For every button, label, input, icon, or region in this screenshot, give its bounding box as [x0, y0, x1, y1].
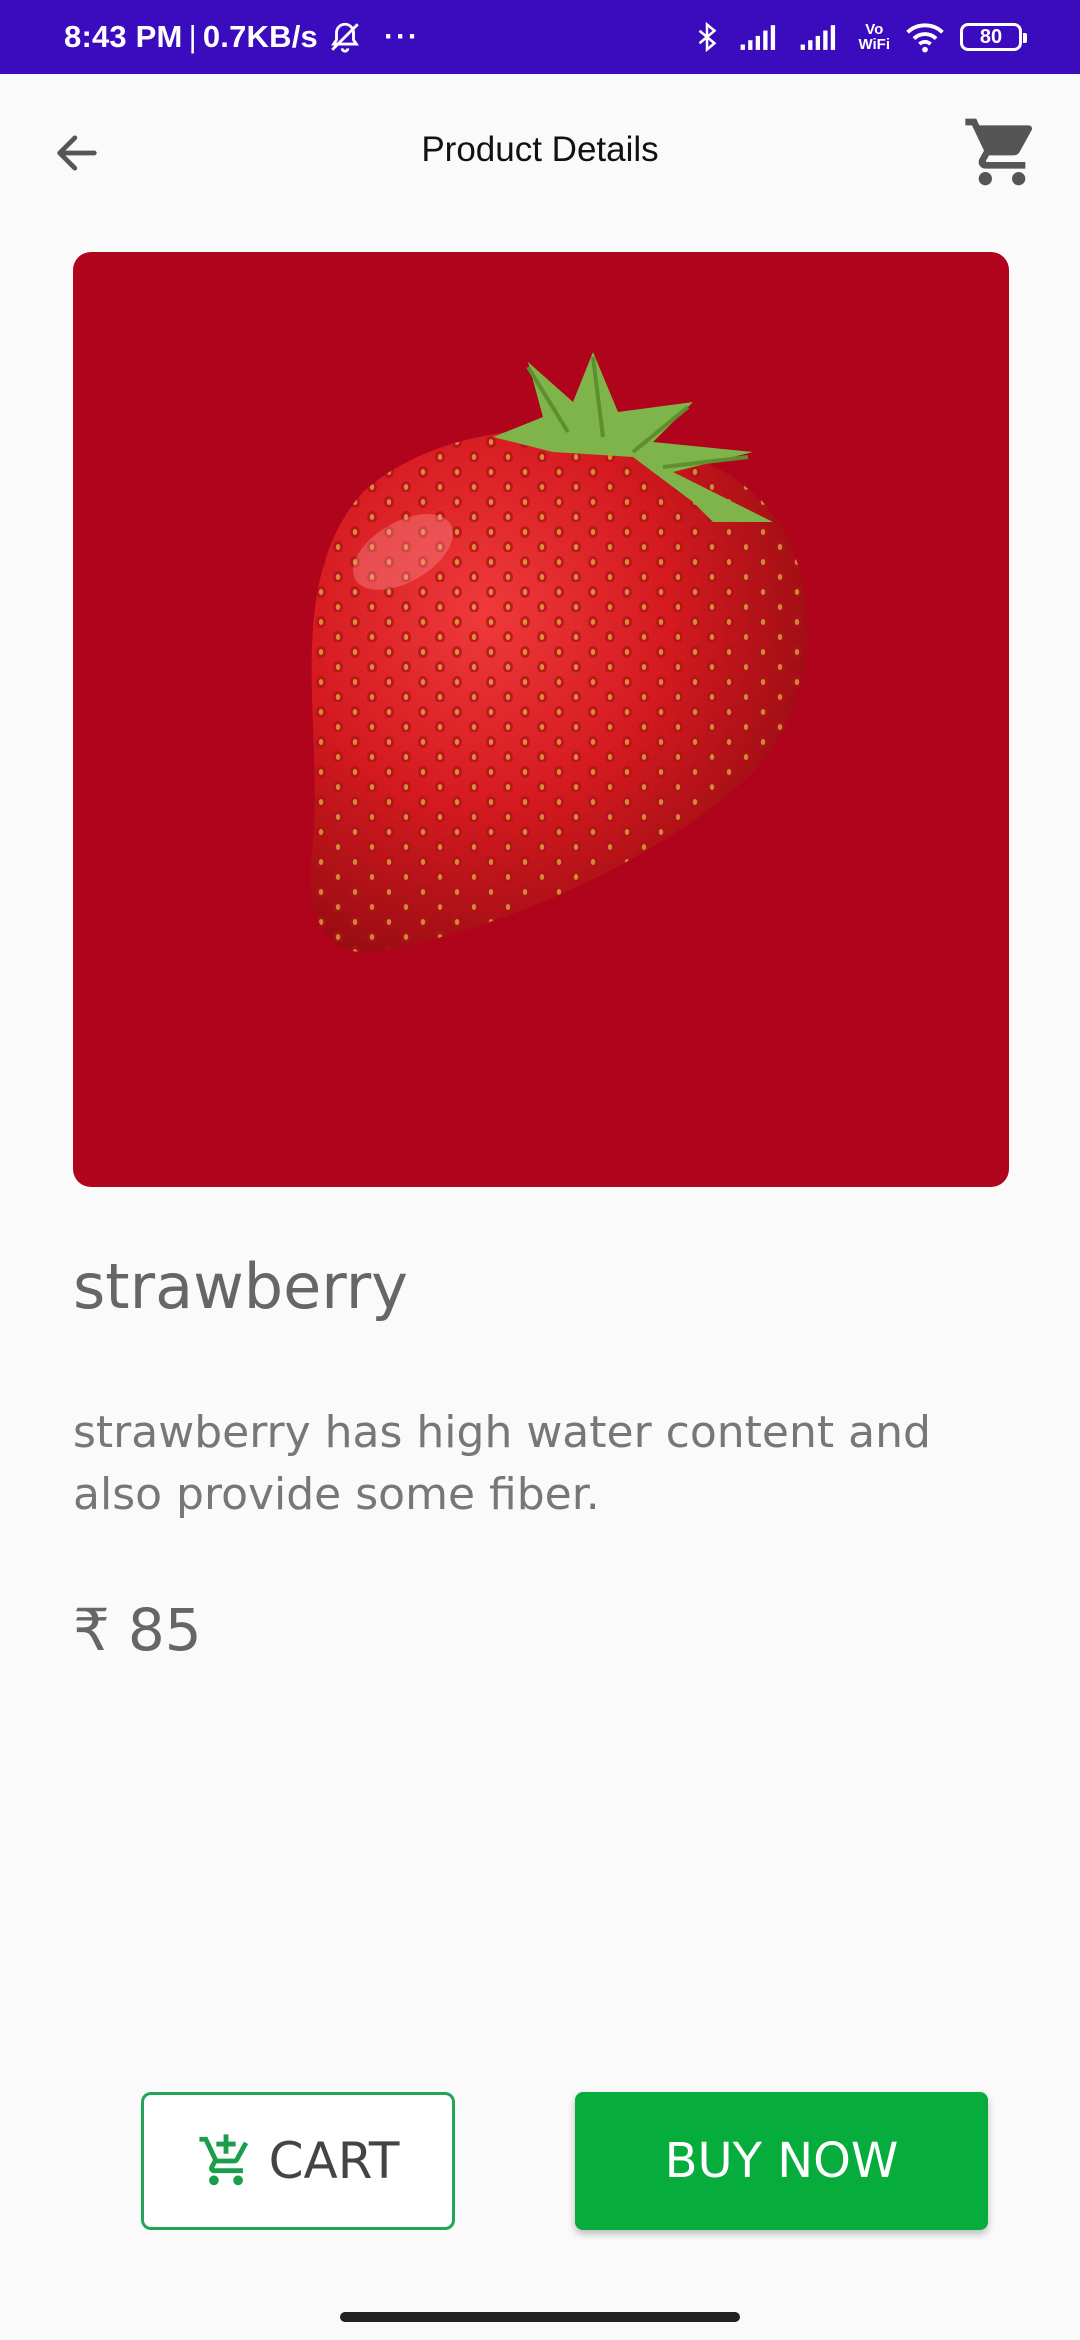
home-indicator[interactable] [340, 2312, 740, 2322]
wifi-icon [906, 23, 944, 53]
product-price: ₹ 85 [73, 1596, 202, 1664]
status-left: 8:43 PM | 0.7KB/s ··· [64, 0, 420, 74]
page-title: Product Details [421, 130, 659, 169]
vowifi-indicator: Vo WiFi [858, 22, 890, 52]
vowifi-top: Vo [865, 21, 884, 38]
signal-icon [801, 25, 836, 50]
status-right: Vo WiFi 80 [692, 0, 1027, 74]
network-speed: 0.7KB/s [202, 19, 318, 54]
app-bar: Product Details [0, 74, 1080, 234]
currency-symbol: ₹ [73, 1596, 110, 1664]
status-separator: | [188, 19, 197, 54]
product-image [73, 252, 1009, 1187]
shopping-cart-icon [965, 118, 1033, 186]
buy-now-button[interactable]: BUY NOW [575, 2092, 988, 2230]
product-name: strawberry [73, 1250, 408, 1323]
add-to-cart-label: CART [268, 2132, 400, 2190]
bell-off-icon [330, 22, 359, 53]
bluetooth-icon [699, 22, 717, 52]
signal-icon [741, 25, 776, 50]
price-value: 85 [127, 1596, 202, 1664]
product-description: strawberry has high water content and al… [73, 1407, 931, 1520]
strawberry-image [310, 352, 808, 953]
add-to-cart-icon [199, 2134, 248, 2186]
buy-now-label: BUY NOW [664, 2133, 899, 2189]
status-time: 8:43 PM [64, 19, 183, 54]
status-bar: 8:43 PM | 0.7KB/s ··· Vo WiFi 80 [0, 0, 1080, 74]
more-indicator: ··· [383, 20, 420, 53]
battery-icon: 80 [960, 23, 1027, 51]
battery-level: 80 [979, 25, 1003, 48]
add-to-cart-button[interactable]: CART [141, 2092, 455, 2230]
cart-button[interactable] [960, 110, 1044, 194]
vowifi-bottom: WiFi [858, 36, 890, 53]
